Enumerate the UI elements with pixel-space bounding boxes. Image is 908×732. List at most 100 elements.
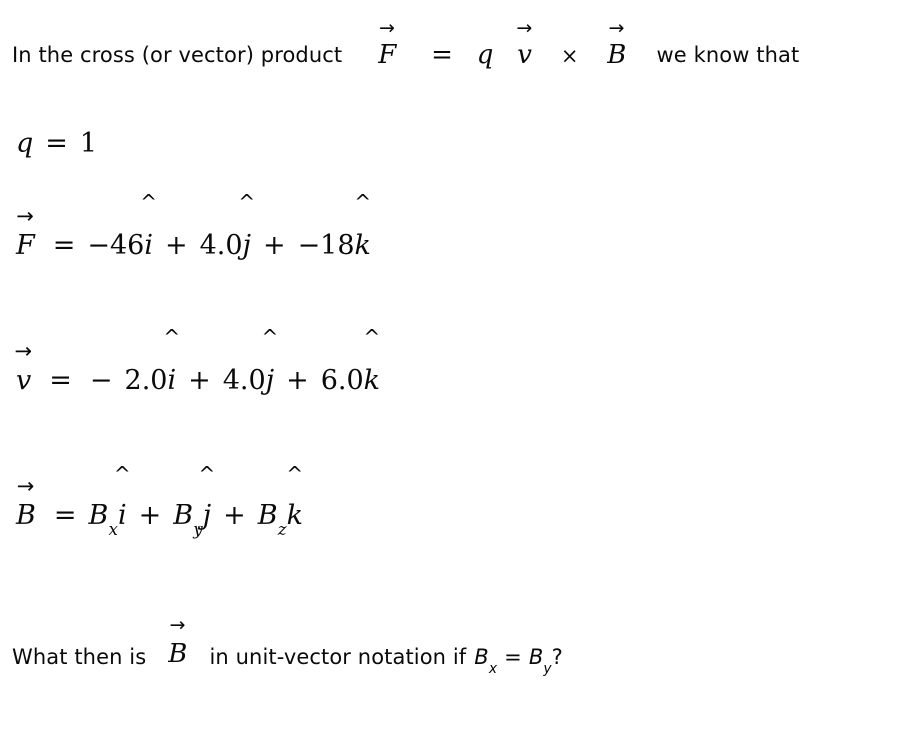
- velocity-y-coefficient: 4.0: [222, 365, 266, 396]
- unit-vector-j-glyph: j: [265, 365, 275, 396]
- field-z-component: Bz: [257, 500, 287, 537]
- field-x-base: B: [88, 500, 109, 531]
- unit-vector-k: ^ k: [354, 192, 371, 261]
- velocity-symbol-glyph: v: [517, 40, 533, 70]
- condition-left-base: B: [474, 645, 489, 669]
- arrow-accent-icon: →: [378, 17, 396, 39]
- field-y-base: B: [173, 500, 194, 531]
- plus-sign: +: [164, 230, 188, 261]
- unit-vector-j: ^ j: [199, 464, 216, 531]
- unit-vector-k-glyph: k: [354, 230, 371, 261]
- hat-accent-icon: ^: [238, 190, 256, 214]
- unit-vector-j-glyph: j: [202, 500, 212, 531]
- intro-trail-text: we know that: [656, 43, 800, 67]
- condition-right-subscript: y: [543, 661, 552, 678]
- hat-accent-icon: ^: [286, 462, 304, 486]
- condition-equals: =: [504, 645, 522, 669]
- intro-lead-text: In the cross (or vector) product: [12, 43, 343, 67]
- force-symbol-glyph: F: [378, 40, 397, 70]
- force-equation: → F = −46 ^ i + 4.0 ^ j + −18 ^ k: [16, 192, 371, 262]
- field-vector-symbol: → B: [16, 476, 36, 532]
- charge-equation: q = 1: [16, 128, 97, 159]
- unit-vector-k: ^ k: [363, 327, 381, 396]
- condition-left-symbol: Bx: [474, 645, 497, 676]
- plus-sign: +: [223, 500, 246, 531]
- unit-vector-j: ^ j: [261, 327, 278, 396]
- field-z-base: B: [257, 500, 278, 531]
- arrow-accent-icon: →: [14, 339, 33, 363]
- question-lead-text: What then is: [12, 645, 147, 669]
- unit-vector-i: ^ i: [163, 327, 180, 396]
- cross-operator-icon: ×: [560, 44, 579, 68]
- hat-accent-icon: ^: [261, 325, 279, 349]
- charge-symbol: q: [16, 128, 34, 159]
- leading-minus-sign: −: [89, 365, 113, 396]
- arrow-accent-icon: →: [16, 204, 34, 228]
- force-y-coefficient: 4.0: [199, 230, 243, 261]
- intro-line: In the cross (or vector) product → F = q…: [12, 19, 800, 71]
- equals-sign: =: [431, 40, 454, 70]
- field-symbol-glyph: B: [16, 500, 36, 531]
- condition-right-base: B: [528, 645, 544, 669]
- equals-sign: =: [52, 230, 76, 261]
- unit-vector-j: ^ j: [238, 192, 255, 261]
- hat-accent-icon: ^: [354, 190, 372, 214]
- field-x-subscript: x: [108, 519, 118, 540]
- condition-left-subscript: x: [488, 661, 498, 678]
- arrow-accent-icon: →: [516, 17, 533, 39]
- force-vector-symbol: → F: [16, 206, 35, 262]
- field-equation: → B = Bx ^ i + By ^ j + Bz ^ k: [16, 464, 303, 537]
- hat-accent-icon: ^: [198, 462, 216, 486]
- velocity-x-coefficient: 2.0: [124, 365, 168, 396]
- hat-accent-icon: ^: [163, 325, 181, 349]
- question-field-vector-symbol: → B: [168, 616, 188, 670]
- field-vector-symbol: → B: [168, 616, 188, 670]
- unit-vector-k-glyph: k: [286, 500, 303, 531]
- unit-vector-i-glyph: i: [144, 230, 153, 261]
- unit-vector-i-glyph: i: [117, 500, 127, 531]
- question-line: What then is → B in unit-vector notation…: [12, 616, 563, 677]
- unit-vector-i: ^ i: [140, 192, 157, 261]
- field-x-component: Bx: [88, 500, 117, 537]
- charge-value: 1: [79, 128, 98, 159]
- force-symbol-glyph: F: [16, 230, 35, 261]
- velocity-vector-symbol: → v: [516, 19, 533, 71]
- unit-vector-i: ^ i: [114, 464, 131, 531]
- charge-symbol-glyph: q: [476, 40, 494, 70]
- unit-vector-i-glyph: i: [167, 365, 177, 396]
- field-symbol-glyph: B: [607, 40, 627, 70]
- plus-sign: +: [138, 500, 162, 531]
- force-vector-symbol: → F: [378, 19, 397, 71]
- arrow-accent-icon: →: [16, 474, 35, 498]
- equals-sign: =: [53, 500, 77, 531]
- hat-accent-icon: ^: [140, 190, 158, 214]
- field-z-subscript: z: [277, 519, 287, 540]
- unit-vector-k-glyph: k: [363, 365, 381, 396]
- arrow-accent-icon: →: [608, 17, 625, 39]
- condition-right-symbol: By: [528, 645, 552, 676]
- velocity-vector-symbol: → v: [14, 341, 32, 397]
- field-vector-symbol: → B: [607, 19, 627, 71]
- field-y-subscript: y: [193, 519, 203, 540]
- plus-sign: +: [188, 365, 211, 396]
- plus-sign: +: [262, 230, 286, 261]
- unit-vector-j-glyph: j: [242, 230, 251, 261]
- plus-sign: +: [286, 365, 309, 396]
- equals-sign: =: [45, 128, 68, 159]
- velocity-z-coefficient: 6.0: [320, 365, 364, 396]
- velocity-equation: → v = − 2.0 ^ i + 4.0 ^ j + 6.0 ^ k: [14, 327, 381, 397]
- condition-terminator: ?: [551, 645, 563, 669]
- arrow-accent-icon: →: [169, 614, 186, 636]
- hat-accent-icon: ^: [113, 462, 131, 486]
- question-condition: Bx= By?: [474, 645, 563, 676]
- cross-product-equation: → F = q → v × → B: [378, 19, 627, 71]
- force-z-coefficient: −18: [297, 230, 355, 261]
- question-mid-text: in unit-vector notation if: [209, 645, 467, 669]
- unit-vector-k: ^ k: [286, 464, 303, 531]
- force-x-coefficient: −46: [87, 230, 145, 261]
- hat-accent-icon: ^: [363, 325, 381, 349]
- equals-sign: =: [49, 365, 72, 396]
- field-symbol-glyph: B: [168, 639, 188, 669]
- field-y-component: By: [173, 500, 203, 537]
- velocity-symbol-glyph: v: [16, 365, 32, 396]
